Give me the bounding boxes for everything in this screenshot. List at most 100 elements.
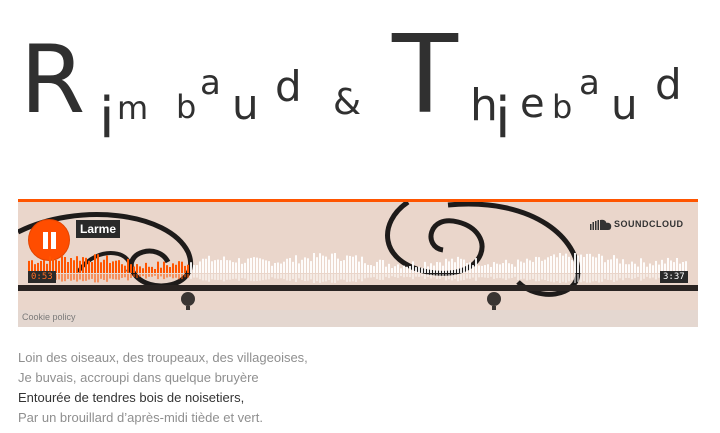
waveform-bar-reflection: [481, 274, 483, 278]
waveform-bar-reflection: [547, 274, 549, 282]
waveform-bar: [217, 259, 219, 273]
waveform-bar: [298, 263, 300, 273]
waveform-bar: [241, 263, 243, 273]
waveform-bar: [388, 263, 390, 273]
waveform-bar: [418, 266, 420, 273]
waveform-bar: [244, 262, 246, 273]
waveform-bar-reflection: [526, 274, 528, 281]
waveform-bar-reflection: [238, 274, 240, 281]
waveform-bar-reflection: [388, 274, 390, 279]
waveform-bar-reflection: [328, 274, 330, 281]
waveform-bar-reflection: [508, 274, 510, 279]
waveform-bar: [208, 255, 210, 273]
waveform-bar-reflection: [463, 274, 465, 281]
waveform-bar-reflection: [271, 274, 273, 278]
waveform-bar-reflection: [280, 274, 282, 279]
logo-letter: m: [117, 89, 149, 127]
waveform-bar: [85, 257, 87, 273]
waveform-bar: [469, 262, 471, 273]
waveform-bar-reflection: [448, 274, 450, 280]
waveform-bar-reflection: [226, 274, 228, 280]
waveform-bar: [385, 266, 387, 273]
waveform-bar: [364, 263, 366, 273]
waveform-bar-reflection: [274, 274, 276, 279]
duration: 3:37: [660, 271, 688, 283]
waveform-bar: [514, 266, 516, 273]
waveform-bar-reflection: [406, 274, 408, 277]
waveform-bar-reflection: [499, 274, 501, 278]
waveform-bar: [613, 255, 615, 273]
site-logo[interactable]: R i m b a u d & T h i e b a u d: [0, 0, 720, 180]
waveform-bar: [601, 255, 603, 273]
waveform-bar-reflection: [409, 274, 411, 278]
waveform-bar: [61, 256, 63, 273]
waveform-bar: [163, 261, 165, 273]
waveform-bar-reflection: [217, 274, 219, 281]
waveform-bar: [559, 253, 561, 273]
waveform-bar: [394, 266, 396, 273]
waveform-bar: [625, 264, 627, 273]
cookie-bar: Cookie policy: [18, 310, 698, 327]
waveform-bar: [70, 258, 72, 273]
waveform-bar-reflection: [202, 274, 204, 281]
soundcloud-brand[interactable]: SOUNDCLOUD: [590, 219, 688, 231]
waveform-bar: [508, 263, 510, 273]
waveform-bar-reflection: [619, 274, 621, 279]
waveform-bar: [502, 263, 504, 273]
soundcloud-player[interactable]: Cookie policy Larme SOUNDCLOUD 0:53 3:37: [18, 199, 698, 327]
waveform-bar: [343, 260, 345, 273]
waveform-bar: [529, 260, 531, 273]
waveform-bar: [439, 262, 441, 273]
waveform-bar-reflection: [424, 274, 426, 280]
waveform-bar-reflection: [115, 274, 117, 280]
waveform-bar: [586, 253, 588, 273]
poem-line-rest: de tendres bois de noisetiers,: [70, 390, 245, 405]
waveform-bar-reflection: [262, 274, 264, 281]
logo-letter: u: [232, 80, 259, 129]
waveform-bar-reflection: [643, 274, 645, 279]
waveform-bar-reflection: [160, 274, 162, 277]
waveform-bar-reflection: [127, 274, 129, 281]
waveform-bar: [457, 256, 459, 273]
waveform-bar-reflection: [475, 274, 477, 281]
waveform-bar-reflection: [196, 274, 198, 278]
waveform-bar: [403, 265, 405, 273]
brand-label: SOUNDCLOUD: [614, 219, 684, 229]
waveform-bar-reflection: [298, 274, 300, 279]
waveform-bar-reflection: [205, 274, 207, 281]
waveform-bar: [592, 256, 594, 273]
waveform-bar-reflection: [97, 274, 99, 283]
waveform-bar-reflection: [361, 274, 363, 282]
waveform-bar: [526, 258, 528, 273]
waveform-bar-reflection: [184, 274, 186, 278]
waveform-bar: [76, 256, 78, 273]
waveform-bar-reflection: [610, 274, 612, 281]
waveform-bar: [538, 257, 540, 273]
waveform-bar: [427, 266, 429, 273]
waveform-bar-reflection: [397, 274, 399, 278]
waveform-bar: [151, 266, 153, 273]
waveform-bar: [205, 258, 207, 273]
logo-letter: i: [99, 86, 115, 151]
waveform-bar: [631, 261, 633, 273]
waveform-bar-reflection: [367, 274, 369, 278]
waveform-bar: [493, 262, 495, 273]
waveform-bar: [160, 267, 162, 273]
waveform-bar: [145, 262, 147, 273]
waveform-bar-reflection: [568, 274, 570, 282]
waveform-bar: [391, 268, 393, 273]
cookie-policy-link[interactable]: Cookie policy: [22, 312, 76, 322]
waveform-bar: [268, 261, 270, 273]
logo-letter: e: [520, 81, 545, 127]
waveform[interactable]: [28, 251, 688, 291]
track-title[interactable]: Larme: [76, 220, 121, 238]
logo-letter: h: [470, 80, 498, 131]
waveform-bar-reflection: [346, 274, 348, 282]
waveform-bar: [289, 257, 291, 273]
waveform-bar: [550, 256, 552, 273]
waveform-bar: [451, 258, 453, 273]
waveform-bar: [397, 264, 399, 273]
waveform-bar: [547, 257, 549, 273]
waveform-bar-reflection: [532, 274, 534, 279]
poem-line: Je buvais, accroupi dans quelque bruyère: [18, 370, 259, 385]
